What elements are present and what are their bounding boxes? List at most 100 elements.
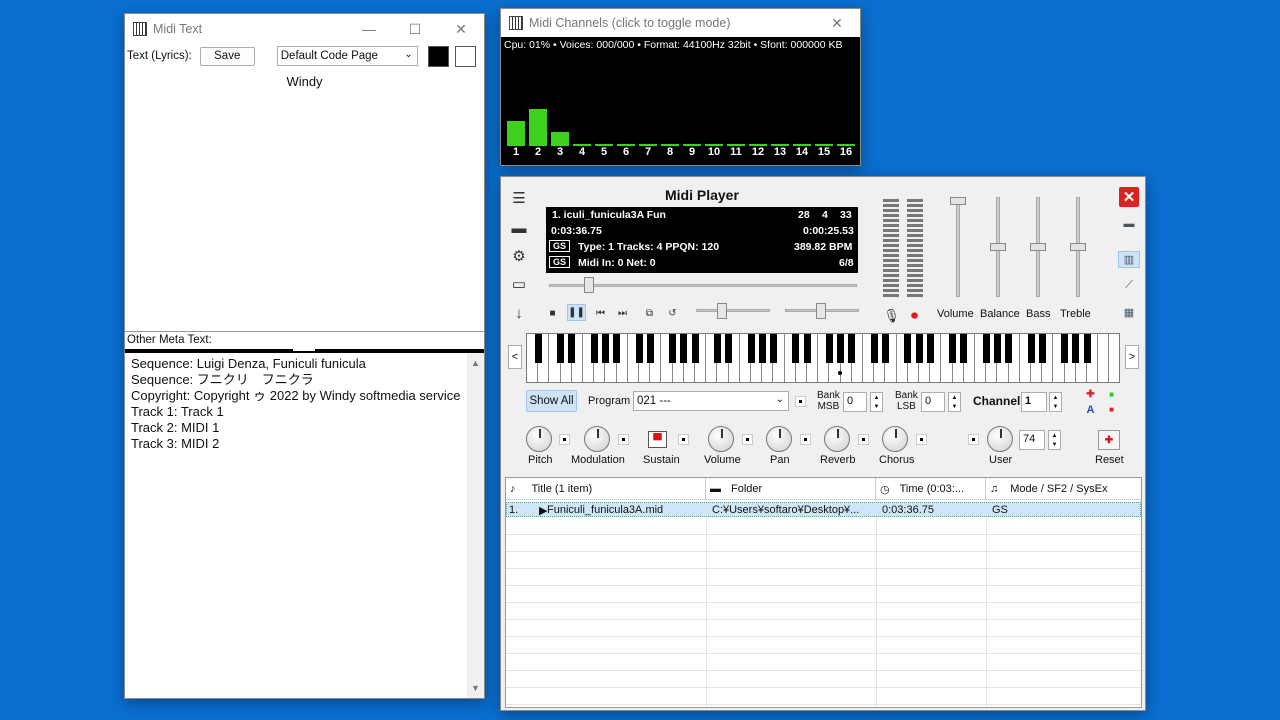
channel-input[interactable]: 1: [1021, 392, 1047, 412]
bank-msb-spinner[interactable]: ▲ ▼: [870, 392, 883, 412]
black-key[interactable]: [993, 334, 1001, 363]
black-key[interactable]: [613, 334, 621, 363]
next-button[interactable]: ⏭: [613, 305, 632, 322]
text-color-swatch[interactable]: [427, 45, 449, 67]
gear-icon[interactable]: ⚙: [509, 247, 529, 265]
pitch-slider-thumb[interactable]: [816, 303, 826, 319]
black-key[interactable]: [837, 334, 845, 363]
meta-text-area[interactable]: Sequence: Luigi Denza, Funiculi funicula…: [125, 353, 484, 698]
codepage-select[interactable]: Default Code Page ⌄: [276, 46, 418, 66]
maximize-icon[interactable]: ☐: [392, 14, 438, 44]
balance-slider-thumb[interactable]: [990, 243, 1006, 251]
black-key[interactable]: [1072, 334, 1080, 363]
pitch-knob[interactable]: [526, 426, 552, 452]
bank-lsb-spinner[interactable]: ▲ ▼: [948, 392, 961, 412]
microphone-icon[interactable]: 🎙: [882, 307, 901, 324]
window-button[interactable]: ⧉: [640, 305, 659, 322]
sustain-toggle[interactable]: [678, 434, 689, 445]
tempo-slider-thumb[interactable]: [717, 303, 727, 319]
black-key[interactable]: [601, 334, 609, 363]
record-icon[interactable]: ⏺: [905, 307, 924, 324]
reverb-toggle[interactable]: [858, 434, 869, 445]
column-mode[interactable]: ♫ Mode / SF2 / SysEx: [986, 478, 1143, 500]
black-key[interactable]: [1005, 334, 1013, 363]
channels-view-icon[interactable]: ▥: [1118, 251, 1140, 268]
pitch-toggle[interactable]: [559, 434, 570, 445]
chat-icon[interactable]: ▭: [509, 275, 529, 293]
black-key[interactable]: [646, 334, 654, 363]
program-toggle[interactable]: [795, 396, 806, 407]
black-key[interactable]: [848, 334, 856, 363]
black-key[interactable]: [769, 334, 777, 363]
pan-toggle[interactable]: [800, 434, 811, 445]
black-key[interactable]: [803, 334, 811, 363]
text-a-icon[interactable]: A: [1081, 401, 1100, 418]
minimize-icon[interactable]: ▬: [1118, 215, 1140, 232]
black-key[interactable]: [725, 334, 733, 363]
bass-slider-thumb[interactable]: [1030, 243, 1046, 251]
black-key[interactable]: [1027, 334, 1035, 363]
scroll-down-icon[interactable]: ▼: [467, 680, 484, 696]
black-key[interactable]: [713, 334, 721, 363]
white-key[interactable]: [1098, 334, 1110, 382]
folder-icon[interactable]: ▬: [509, 219, 529, 237]
modulation-knob[interactable]: [584, 426, 610, 452]
scroll-up-icon[interactable]: ▲: [467, 355, 484, 371]
keyboard-right-button[interactable]: >: [1125, 345, 1139, 369]
minimize-icon[interactable]: —: [346, 14, 392, 44]
show-all-button[interactable]: Show All: [526, 390, 577, 412]
black-key[interactable]: [870, 334, 878, 363]
treble-slider-thumb[interactable]: [1070, 243, 1086, 251]
black-key[interactable]: [1083, 334, 1091, 363]
bank-lsb-input[interactable]: 0: [921, 392, 945, 412]
close-icon[interactable]: ✕: [1119, 187, 1139, 207]
black-key[interactable]: [691, 334, 699, 363]
pause-button[interactable]: ❚❚: [567, 304, 586, 321]
previous-button[interactable]: ⏮: [591, 305, 610, 322]
chorus-knob[interactable]: [882, 426, 908, 452]
stop-button[interactable]: ■: [543, 305, 562, 322]
midi-channels-window[interactable]: Midi Channels (click to toggle mode) ✕ C…: [500, 8, 861, 166]
playlist-table[interactable]: ♪ Title (1 item) ▬ Folder ◷ Time (0:03:.…: [505, 477, 1142, 708]
user-value-input[interactable]: 74: [1019, 430, 1045, 450]
column-title[interactable]: ♪ Title (1 item): [506, 478, 706, 500]
black-key[interactable]: [1038, 334, 1046, 363]
piano-keyboard[interactable]: [526, 333, 1120, 383]
black-key[interactable]: [1061, 334, 1069, 363]
download-icon[interactable]: ↓: [509, 304, 529, 322]
midi-channels-titlebar[interactable]: Midi Channels (click to toggle mode) ✕: [501, 9, 860, 37]
black-key[interactable]: [949, 334, 957, 363]
black-key[interactable]: [915, 334, 923, 363]
black-key[interactable]: [534, 334, 542, 363]
user-toggle[interactable]: [968, 434, 979, 445]
black-key[interactable]: [680, 334, 688, 363]
volume-knob[interactable]: [708, 426, 734, 452]
user-spinner[interactable]: ▲ ▼: [1048, 430, 1061, 450]
tempo-slider[interactable]: [696, 309, 770, 312]
pan-knob[interactable]: [766, 426, 792, 452]
black-key[interactable]: [825, 334, 833, 363]
column-folder[interactable]: ▬ Folder: [706, 478, 876, 500]
channel-spinner[interactable]: ▲ ▼: [1049, 392, 1062, 412]
program-select[interactable]: 021 --- ⌄: [633, 391, 789, 411]
black-key[interactable]: [747, 334, 755, 363]
black-key[interactable]: [926, 334, 934, 363]
table-row[interactable]: 1. ▶ Funiculi_funicula3A.mid C:¥Users¥so…: [506, 502, 1141, 517]
close-icon[interactable]: ✕: [814, 8, 860, 38]
modulation-toggle[interactable]: [618, 434, 629, 445]
black-key[interactable]: [904, 334, 912, 363]
reset-icon[interactable]: ✚: [1098, 430, 1120, 450]
column-time[interactable]: ◷ Time (0:03:...: [876, 478, 986, 500]
midi-text-titlebar[interactable]: Midi Text — ☐ ✕: [125, 14, 484, 44]
black-key[interactable]: [881, 334, 889, 363]
keyboard-left-button[interactable]: <: [508, 345, 522, 369]
graph-icon[interactable]: ⟋: [1118, 277, 1140, 294]
black-key[interactable]: [590, 334, 598, 363]
volume-slider[interactable]: [956, 197, 960, 297]
position-slider[interactable]: [549, 284, 857, 287]
black-key[interactable]: [982, 334, 990, 363]
black-key[interactable]: [758, 334, 766, 363]
bank-msb-input[interactable]: 0: [843, 392, 867, 412]
black-key[interactable]: [960, 334, 968, 363]
meta-scrollbar[interactable]: ▲ ▼: [467, 353, 484, 698]
